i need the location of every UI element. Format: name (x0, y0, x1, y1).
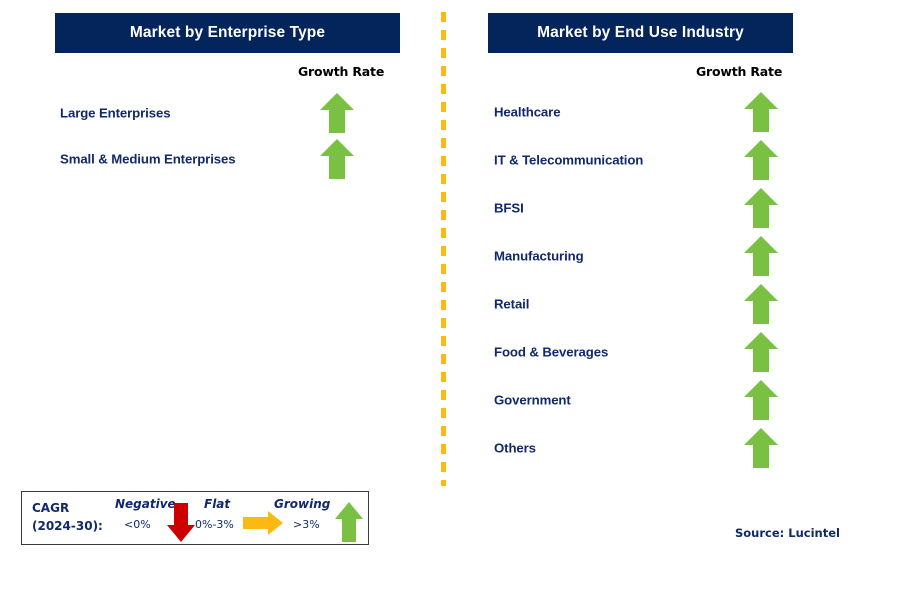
list-item: IT & Telecommunication (494, 137, 794, 183)
arrow-up-icon (333, 500, 365, 544)
arrow-up-icon (742, 138, 780, 182)
legend-range-negative: <0% (124, 518, 151, 531)
growth-rate-column-header-right: Growth Rate (696, 64, 783, 79)
panel-title-end-use-industry: Market by End Use Industry (488, 13, 793, 53)
segment-label: Small & Medium Enterprises (60, 151, 236, 167)
arrow-up-icon (742, 426, 780, 470)
legend-title: CAGR (2024-30): (32, 499, 103, 535)
segment-label: Large Enterprises (60, 105, 171, 121)
arrow-up-icon (742, 330, 780, 374)
list-item: Retail (494, 281, 794, 327)
arrow-up-icon (318, 91, 356, 135)
list-item: Others (494, 425, 794, 471)
legend-title-line2: (2024-30): (32, 519, 103, 533)
legend-range-flat: 0%-3% (195, 518, 234, 531)
legend-title-line1: CAGR (32, 501, 70, 515)
list-item: Small & Medium Enterprises (60, 136, 400, 182)
list-item: Manufacturing (494, 233, 794, 279)
segment-label: Retail (494, 296, 530, 312)
arrow-up-icon (318, 137, 356, 181)
list-item: Food & Beverages (494, 329, 794, 375)
growth-rate-column-header-left: Growth Rate (298, 64, 385, 79)
segment-label: Food & Beverages (494, 344, 609, 360)
arrow-up-icon (742, 378, 780, 422)
legend-label-growing: Growing (274, 497, 331, 511)
segment-label: Manufacturing (494, 248, 584, 264)
legend-label-flat: Flat (204, 497, 231, 511)
vertical-dashed-divider (441, 12, 446, 486)
list-item: BFSI (494, 185, 794, 231)
arrow-up-icon (742, 282, 780, 326)
segment-label: IT & Telecommunication (494, 152, 644, 168)
list-item: Government (494, 377, 794, 423)
segment-label: BFSI (494, 200, 524, 216)
panel-market-by-end-use-industry: Market by End Use Industry (488, 0, 793, 53)
segment-label: Government (494, 392, 571, 408)
arrow-up-icon (742, 186, 780, 230)
legend-range-growing: >3% (293, 518, 320, 531)
segment-label: Others (494, 440, 536, 456)
panel-title-enterprise-type: Market by Enterprise Type (55, 13, 400, 53)
arrow-down-icon (165, 500, 197, 544)
panel-market-by-enterprise-type: Market by Enterprise Type (55, 0, 400, 53)
list-item: Healthcare (494, 89, 794, 135)
arrow-up-icon (742, 234, 780, 278)
segment-label: Healthcare (494, 104, 561, 120)
arrow-up-icon (742, 90, 780, 134)
list-item: Large Enterprises (60, 90, 400, 136)
source-attribution: Source: Lucintel (735, 526, 840, 540)
arrow-right-icon (241, 510, 285, 536)
